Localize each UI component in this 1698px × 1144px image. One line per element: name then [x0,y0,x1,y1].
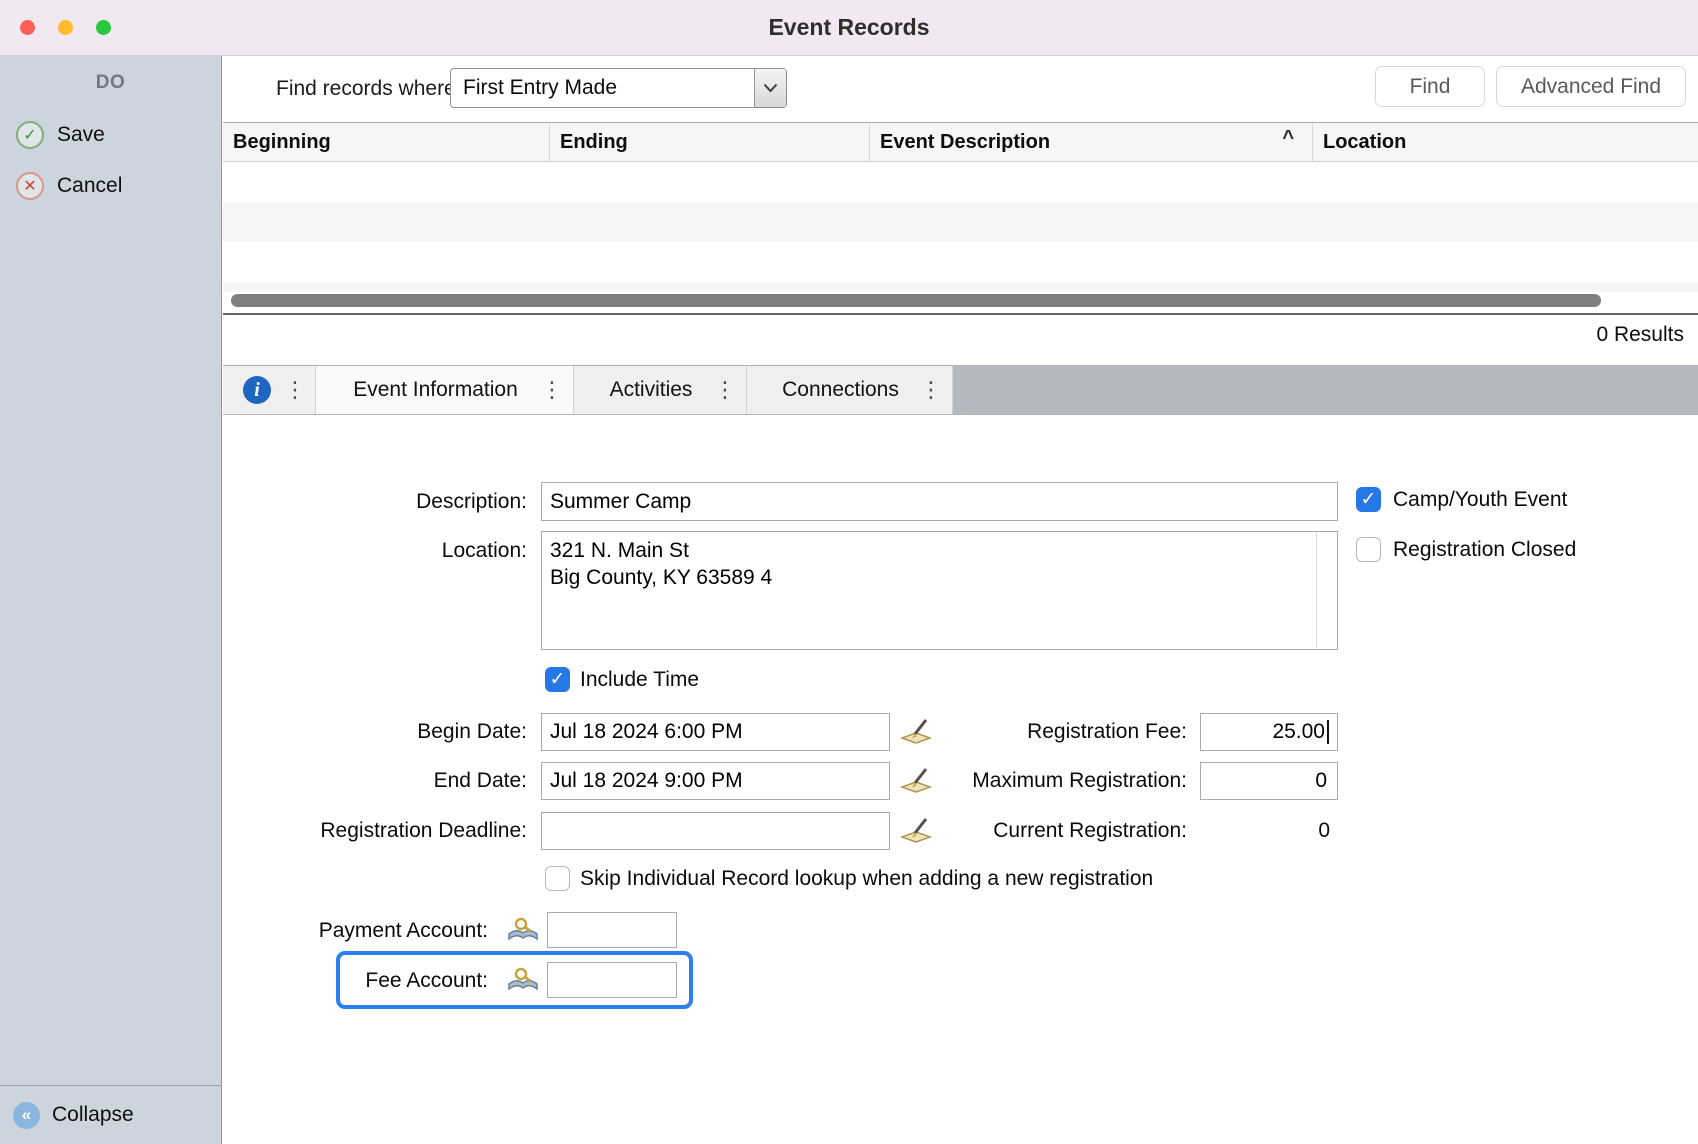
window-title: Event Records [768,14,929,41]
fee-account-lookup-button[interactable] [506,967,540,994]
do-header: DO [0,72,221,94]
main-area: Find records where First Entry Made Find… [223,56,1698,1144]
tab-connections[interactable]: Connections ⋮ [747,366,953,414]
save-button[interactable]: ✓ Save [0,121,221,149]
results-count: 0 Results [1596,323,1684,347]
horizontal-scrollbar-thumb[interactable] [231,294,1601,307]
current-registration-value: 0 [1200,812,1330,850]
cancel-x-icon: ✕ [16,172,44,200]
include-time-checkbox[interactable] [545,667,570,692]
registration-deadline-input[interactable] [541,812,890,850]
tab-bar-filler [953,366,1698,414]
double-chevron-left-icon: « [13,1102,40,1129]
fee-account-input[interactable] [547,962,677,998]
close-window-icon[interactable] [20,20,35,35]
collapse-label: Collapse [52,1103,134,1127]
payment-account-input[interactable] [547,912,677,948]
camp-youth-event-label: Camp/Youth Event [1393,487,1567,513]
traffic-lights [20,0,111,55]
results-table-body[interactable] [223,162,1698,292]
payment-account-label: Payment Account: [223,912,488,949]
chevron-down-icon [754,69,786,107]
column-header-event-description[interactable]: Event Description ^ [870,123,1313,161]
registration-fee-input[interactable] [1200,713,1338,751]
tab-bar: i ⋮ Event Information ⋮ Activities ⋮ Con… [223,365,1698,415]
maximum-registration-input[interactable] [1200,762,1338,800]
location-label: Location: [223,535,527,567]
tab-menu-dots-icon[interactable]: ⋮ [920,379,952,401]
registration-deadline-label: Registration Deadline: [223,812,527,850]
description-input[interactable] [541,482,1338,521]
info-icon[interactable]: i [243,376,271,404]
skip-lookup-checkbox[interactable] [545,866,570,891]
tab-event-information[interactable]: Event Information ⋮ [316,366,574,414]
minimize-window-icon[interactable] [58,20,73,35]
fee-account-label: Fee Account: [223,962,488,999]
zoom-window-icon[interactable] [96,20,111,35]
location-field: 321 N. Main St Big County, KY 63589 4 [541,531,1338,650]
account-lookup-magnifier-icon [506,917,540,944]
titlebar: Event Records [0,0,1698,56]
tab-menu-dots-icon[interactable]: ⋮ [284,379,306,401]
skip-lookup-label: Skip Individual Record lookup when addin… [580,866,1153,892]
table-bottom-divider [223,313,1698,315]
column-header-location[interactable]: Location [1313,123,1698,161]
find-field-dropdown[interactable]: First Entry Made [450,68,787,108]
event-records-window: Event Records DO ✓ Save ✕ Cancel « Colla… [0,0,1698,1144]
info-segment: i ⋮ [223,366,316,414]
location-textarea[interactable]: 321 N. Main St Big County, KY 63589 4 [542,532,1337,649]
save-label: Save [57,123,105,147]
end-date-label: End Date: [223,762,527,800]
column-header-ending[interactable]: Ending [550,123,870,161]
sidebar: DO ✓ Save ✕ Cancel « Collapse [0,56,222,1144]
results-table-header: Beginning Ending Event Description ^ Loc… [223,122,1698,162]
column-header-beginning[interactable]: Beginning [223,123,550,161]
tab-menu-dots-icon[interactable]: ⋮ [714,379,746,401]
include-time-label: Include Time [580,667,699,693]
registration-closed-checkbox[interactable] [1356,537,1381,562]
registration-fee-label: Registration Fee: [843,713,1187,751]
end-date-input[interactable] [541,762,890,800]
tab-menu-dots-icon[interactable]: ⋮ [541,379,573,401]
maximum-registration-label: Maximum Registration: [843,762,1187,800]
payment-account-lookup-button[interactable] [506,917,540,944]
find-field-dropdown-value: First Entry Made [451,76,754,100]
text-cursor [1327,720,1329,744]
save-check-icon: ✓ [16,121,44,149]
description-label: Description: [223,482,527,521]
collapse-button[interactable]: « Collapse [0,1085,221,1144]
find-button[interactable]: Find [1375,66,1485,107]
camp-youth-event-checkbox[interactable] [1356,487,1381,512]
begin-date-label: Begin Date: [223,713,527,751]
sort-ascending-icon: ^ [1282,127,1294,150]
find-records-where-label: Find records where [276,77,456,101]
cancel-label: Cancel [57,174,122,198]
advanced-find-button[interactable]: Advanced Find [1496,66,1686,107]
current-registration-label: Current Registration: [843,812,1187,850]
tab-activities[interactable]: Activities ⋮ [574,366,747,414]
registration-closed-label: Registration Closed [1393,537,1576,563]
begin-date-input[interactable] [541,713,890,751]
cancel-button[interactable]: ✕ Cancel [0,172,221,200]
registration-fee-field [1200,713,1338,751]
account-lookup-magnifier-icon [506,967,540,994]
textarea-scrollbar-gutter[interactable] [1316,533,1317,648]
